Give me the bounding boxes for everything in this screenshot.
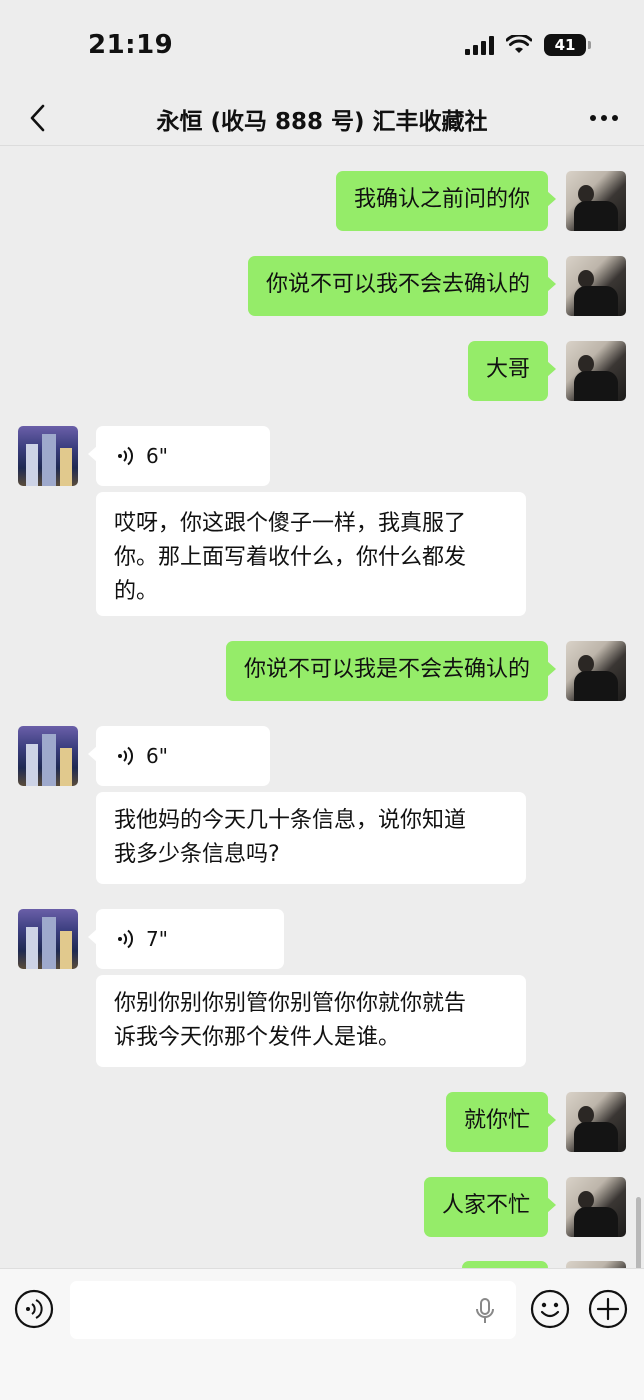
wifi-icon	[506, 35, 532, 53]
chat-title: 永恒 (收马 888 号) 汇丰收藏社	[156, 109, 488, 135]
outgoing-message[interactable]: 你说不可以我不会去确认的	[247, 256, 557, 316]
emoji-button[interactable]	[530, 1289, 570, 1329]
contact-avatar[interactable]	[18, 726, 78, 786]
status-icons: 41	[465, 34, 591, 56]
voice-message[interactable]: 7"	[88, 909, 284, 969]
voice-wave-icon	[118, 446, 134, 466]
input-bar	[0, 1268, 644, 1400]
plus-icon	[588, 1289, 628, 1329]
more-dots-icon	[590, 115, 618, 121]
voice-duration: 6"	[146, 744, 168, 768]
my-avatar[interactable]	[566, 341, 626, 401]
my-avatar[interactable]	[566, 641, 626, 701]
voice-wave-icon	[118, 929, 134, 949]
my-avatar[interactable]	[566, 1092, 626, 1152]
back-button[interactable]	[16, 96, 60, 140]
plus-button[interactable]	[588, 1289, 628, 1329]
mic-icon[interactable]	[472, 1297, 498, 1325]
voice-message[interactable]: 6"	[88, 426, 270, 486]
outgoing-message[interactable]: 就你忙	[445, 1092, 557, 1152]
voice-input-button[interactable]	[14, 1289, 54, 1329]
message-input-field[interactable]	[70, 1281, 516, 1339]
more-button[interactable]	[582, 96, 626, 140]
emoji-icon	[530, 1289, 570, 1329]
status-bar: 21:19 41	[0, 0, 644, 90]
voice-wave-icon	[14, 1289, 54, 1329]
outgoing-message[interactable]: 我确认之前问的你	[335, 171, 557, 231]
outgoing-message[interactable]: 人家不忙	[423, 1177, 557, 1237]
voice-transcript[interactable]: 你别你别你别管你别管你你就你就告 诉我今天你那个发件人是谁。	[96, 975, 526, 1067]
my-avatar[interactable]	[566, 1177, 626, 1237]
contact-avatar[interactable]	[18, 909, 78, 969]
voice-transcript[interactable]: 哎呀，你这跟个傻子一样，我真服了 你。那上面写着收什么，你什么都发 的。	[96, 492, 526, 616]
my-avatar[interactable]	[566, 256, 626, 316]
voice-transcript[interactable]: 我他妈的今天几十条信息，说你知道 我多少条信息吗?	[96, 792, 526, 884]
nav-bar: 永恒 (收马 888 号) 汇丰收藏社	[0, 90, 644, 146]
my-avatar[interactable]	[566, 1261, 626, 1268]
signal-icon	[465, 35, 494, 55]
contact-avatar[interactable]	[18, 426, 78, 486]
message-input[interactable]	[70, 1281, 450, 1339]
chat-area[interactable]: 我确认之前问的你 你说不可以我不会去确认的 大哥 6" 哎呀，你这跟个傻子一样，…	[0, 147, 644, 1268]
outgoing-message[interactable]: 你说不可以我是不会去确认的	[225, 641, 557, 701]
voice-message[interactable]: 6"	[88, 726, 270, 786]
voice-duration: 6"	[146, 444, 168, 468]
voice-wave-icon	[118, 746, 134, 766]
chevron-left-icon	[30, 104, 45, 132]
battery-icon: 41	[544, 34, 591, 56]
status-time: 21:19	[88, 30, 174, 60]
outgoing-message-partial[interactable]	[462, 1261, 548, 1268]
outgoing-message[interactable]: 大哥	[467, 341, 557, 401]
voice-duration: 7"	[146, 927, 168, 951]
scrollbar[interactable]	[636, 1197, 641, 1268]
my-avatar[interactable]	[566, 171, 626, 231]
